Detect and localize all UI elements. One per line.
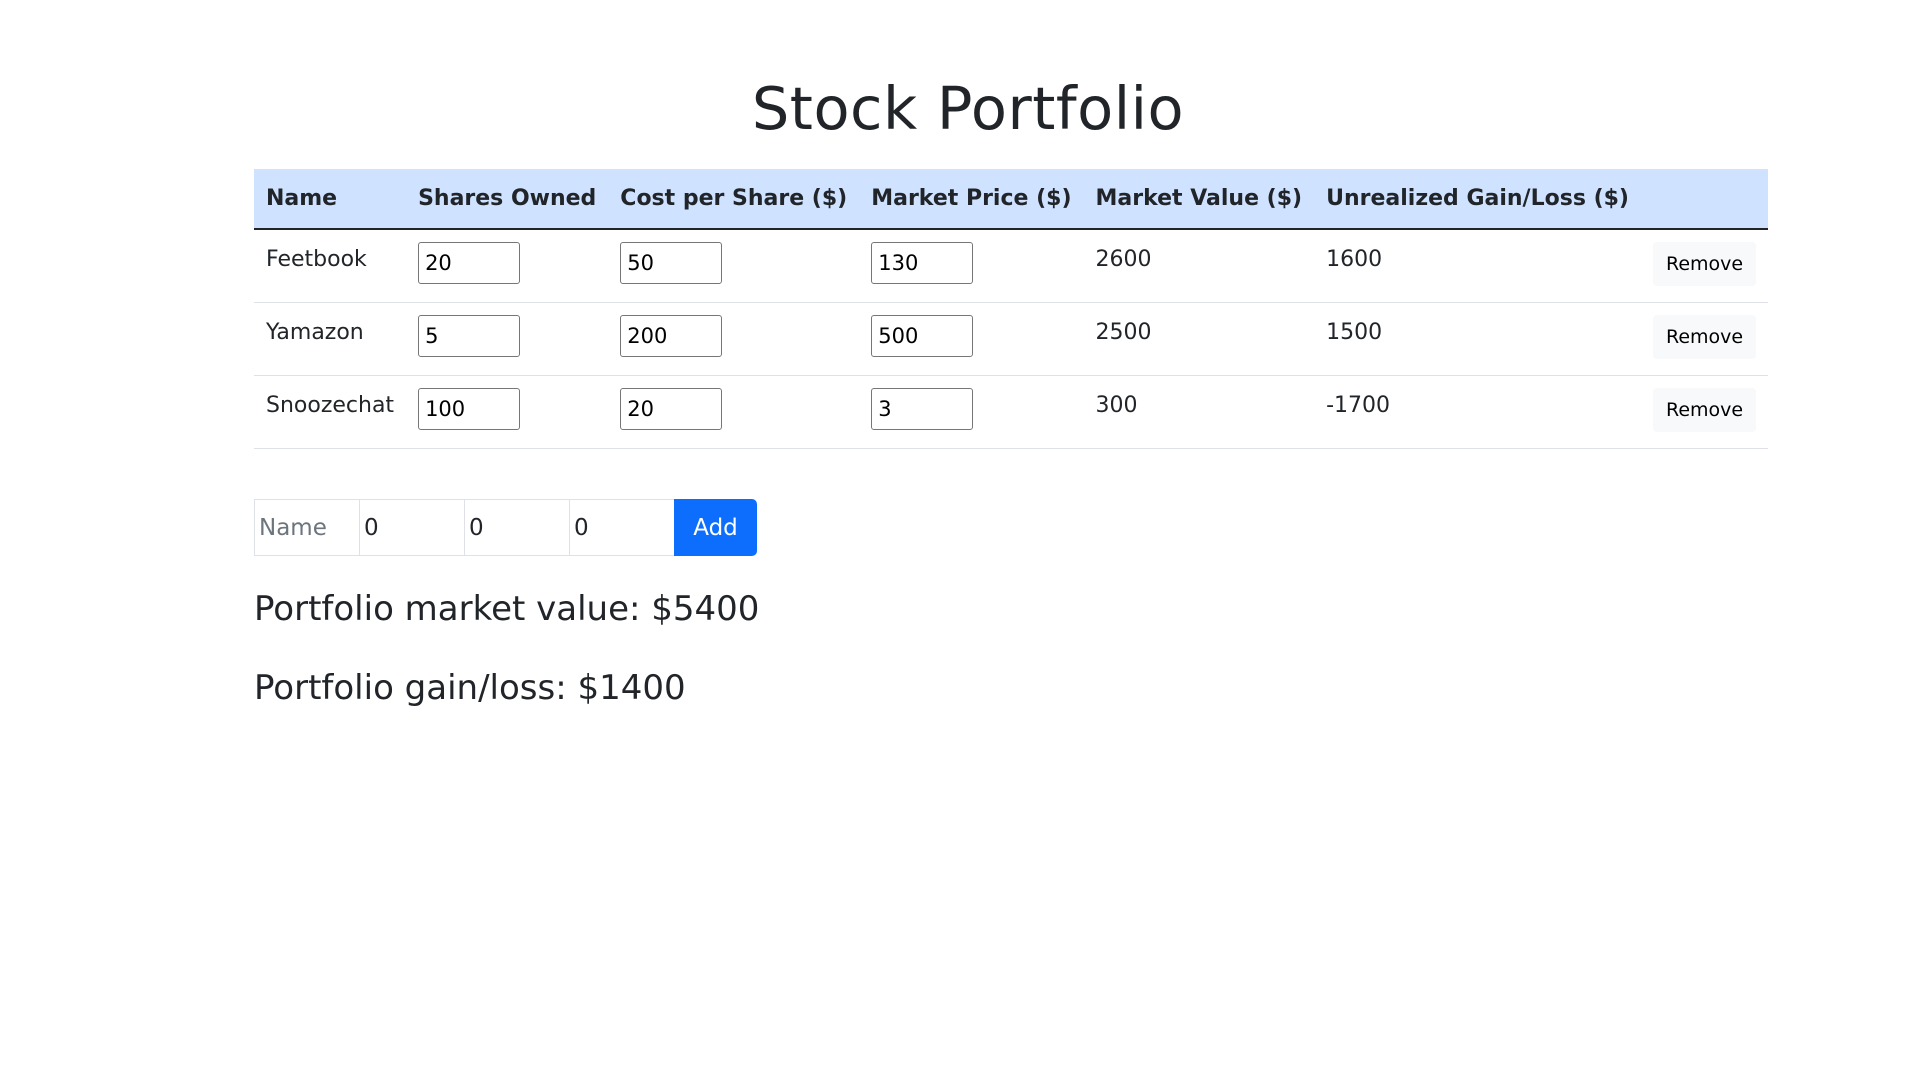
stock-name: Yamazon <box>266 320 364 345</box>
shares-owned-input[interactable] <box>418 388 521 430</box>
portfolio-market-value: Portfolio market value: $5400 <box>254 589 760 629</box>
row-market-value-cell: 300 <box>1083 375 1315 449</box>
portfolio-container: Stock Portfolio Name Shares Owned Cost p… <box>254 0 1769 711</box>
table-header: Name Shares Owned Cost per Share ($) Mar… <box>254 169 1769 230</box>
row-cost-cell <box>608 302 860 376</box>
remove-button[interactable]: Remove <box>1653 315 1757 359</box>
row-actions-cell: Remove <box>1641 375 1769 449</box>
row-price-cell <box>859 302 1084 376</box>
row-cost-cell <box>608 375 860 449</box>
row-market-value-cell: 2500 <box>1083 302 1315 376</box>
cost-per-share-input[interactable] <box>620 242 723 284</box>
row-market-value-cell: 2600 <box>1083 229 1315 303</box>
portfolio-gain-loss: Portfolio gain/loss: $1400 <box>254 668 686 708</box>
stock-name: Snoozechat <box>266 393 395 418</box>
row-gain-cell: 1500 <box>1314 302 1641 376</box>
new-stock-name-input[interactable] <box>254 499 359 556</box>
market-value: 2500 <box>1095 320 1152 345</box>
market-price-input[interactable] <box>871 242 974 284</box>
market-value: 300 <box>1095 393 1138 418</box>
remove-button[interactable]: Remove <box>1653 388 1757 432</box>
table-header-row: Name Shares Owned Cost per Share ($) Mar… <box>254 169 1769 230</box>
table-row: Feetbook 2600 1600 Remove <box>254 229 1769 303</box>
row-name-cell: Feetbook <box>254 229 407 303</box>
market-price-input[interactable] <box>871 315 974 357</box>
row-cost-cell <box>608 229 860 303</box>
row-shares-cell <box>406 302 609 376</box>
row-price-cell <box>859 229 1084 303</box>
row-name-cell: Snoozechat <box>254 375 407 449</box>
row-gain-cell: 1600 <box>1314 229 1641 303</box>
row-actions-cell: Remove <box>1641 302 1769 376</box>
header-market-value: Market Value ($) <box>1083 169 1315 230</box>
new-shares-input[interactable] <box>359 499 464 556</box>
header-shares-owned: Shares Owned <box>406 169 609 230</box>
row-price-cell <box>859 375 1084 449</box>
header-unrealized-gain-loss: Unrealized Gain/Loss ($) <box>1314 169 1641 230</box>
table-row: Snoozechat 300 -1700 Remove <box>254 375 1769 449</box>
add-button[interactable]: Add <box>674 499 757 556</box>
unrealized-gain-loss: 1600 <box>1326 247 1383 272</box>
table-body: Feetbook 2600 1600 Remove Yamazon 2500 1… <box>254 229 1769 449</box>
stock-name: Feetbook <box>266 247 367 272</box>
new-cost-input[interactable] <box>464 499 569 556</box>
page-title: Stock Portfolio <box>751 74 1185 143</box>
unrealized-gain-loss: -1700 <box>1326 393 1391 418</box>
row-shares-cell <box>406 375 609 449</box>
row-gain-cell: -1700 <box>1314 375 1641 449</box>
row-shares-cell <box>406 229 609 303</box>
cost-per-share-input[interactable] <box>620 315 723 357</box>
header-cost-per-share: Cost per Share ($) <box>608 169 860 230</box>
row-name-cell: Yamazon <box>254 302 407 376</box>
unrealized-gain-loss: 1500 <box>1326 320 1383 345</box>
row-actions-cell: Remove <box>1641 229 1769 303</box>
header-name: Name <box>254 169 407 230</box>
header-actions <box>1641 169 1769 230</box>
new-price-input[interactable] <box>569 499 674 556</box>
add-stock-form: Add <box>254 499 1682 556</box>
shares-owned-input[interactable] <box>418 315 521 357</box>
header-market-price: Market Price ($) <box>859 169 1084 230</box>
cost-per-share-input[interactable] <box>620 388 723 430</box>
remove-button[interactable]: Remove <box>1653 242 1757 286</box>
shares-owned-input[interactable] <box>418 242 521 284</box>
portfolio-table: Name Shares Owned Cost per Share ($) Mar… <box>254 169 1769 449</box>
market-value: 2600 <box>1095 247 1152 272</box>
table-row: Yamazon 2500 1500 Remove <box>254 302 1769 376</box>
market-price-input[interactable] <box>871 388 974 430</box>
